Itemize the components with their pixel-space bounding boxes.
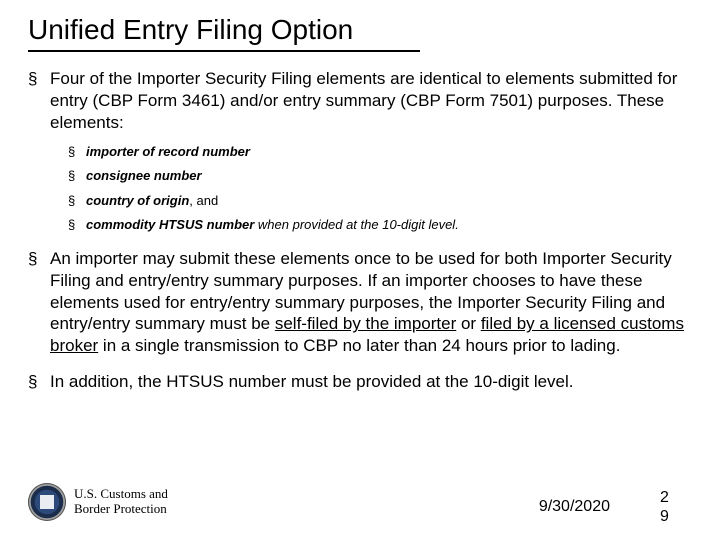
sub-bullet-2-text: consignee number <box>86 168 202 183</box>
sub-bullet-1-text: importer of record number <box>86 144 250 159</box>
agency-line-1: U.S. Customs and <box>74 487 168 502</box>
sub-bullet-3-bold: country of origin <box>86 193 189 208</box>
sub-bullet-4-bold: commodity HTSUS number <box>86 217 254 232</box>
cbp-seal-icon <box>28 483 66 521</box>
sub-bullet-1: importer of record number <box>68 143 692 161</box>
agency-name: U.S. Customs and Border Protection <box>74 487 168 517</box>
agency-line-2: Border Protection <box>74 502 168 517</box>
bullet-2-underline-1: self-filed by the importer <box>275 314 456 333</box>
sub-bullet-3-rest: , and <box>189 193 218 208</box>
bullet-2: An importer may submit these elements on… <box>28 248 692 357</box>
slide: Unified Entry Filing Option Four of the … <box>0 0 720 540</box>
agency-logo-block: U.S. Customs and Border Protection <box>28 483 168 521</box>
sub-bullet-3: country of origin, and <box>68 192 692 210</box>
bullet-list: Four of the Importer Security Filing ele… <box>28 68 692 393</box>
bullet-2-post: in a single transmission to CBP no later… <box>98 336 620 355</box>
footer: U.S. Customs and Border Protection 9/30/… <box>0 472 720 532</box>
bullet-1-text: Four of the Importer Security Filing ele… <box>50 69 677 132</box>
footer-page-b: 9 <box>660 508 678 526</box>
bullet-3: In addition, the HTSUS number must be pr… <box>28 371 692 393</box>
bullet-3-text: In addition, the HTSUS number must be pr… <box>50 372 574 391</box>
bullet-2-mid: or <box>456 314 481 333</box>
footer-page-number: 2 9 <box>660 489 678 526</box>
sub-bullet-4: commodity HTSUS number when provided at … <box>68 216 692 234</box>
sub-bullet-4-rest: when provided at the 10-digit level. <box>254 217 459 232</box>
footer-date: 9/30/2020 <box>539 498 610 516</box>
sub-bullet-list: importer of record number consignee numb… <box>68 143 692 234</box>
sub-bullet-2: consignee number <box>68 167 692 185</box>
bullet-1: Four of the Importer Security Filing ele… <box>28 68 692 234</box>
footer-page-a: 2 <box>660 489 678 507</box>
slide-title: Unified Entry Filing Option <box>28 14 420 52</box>
